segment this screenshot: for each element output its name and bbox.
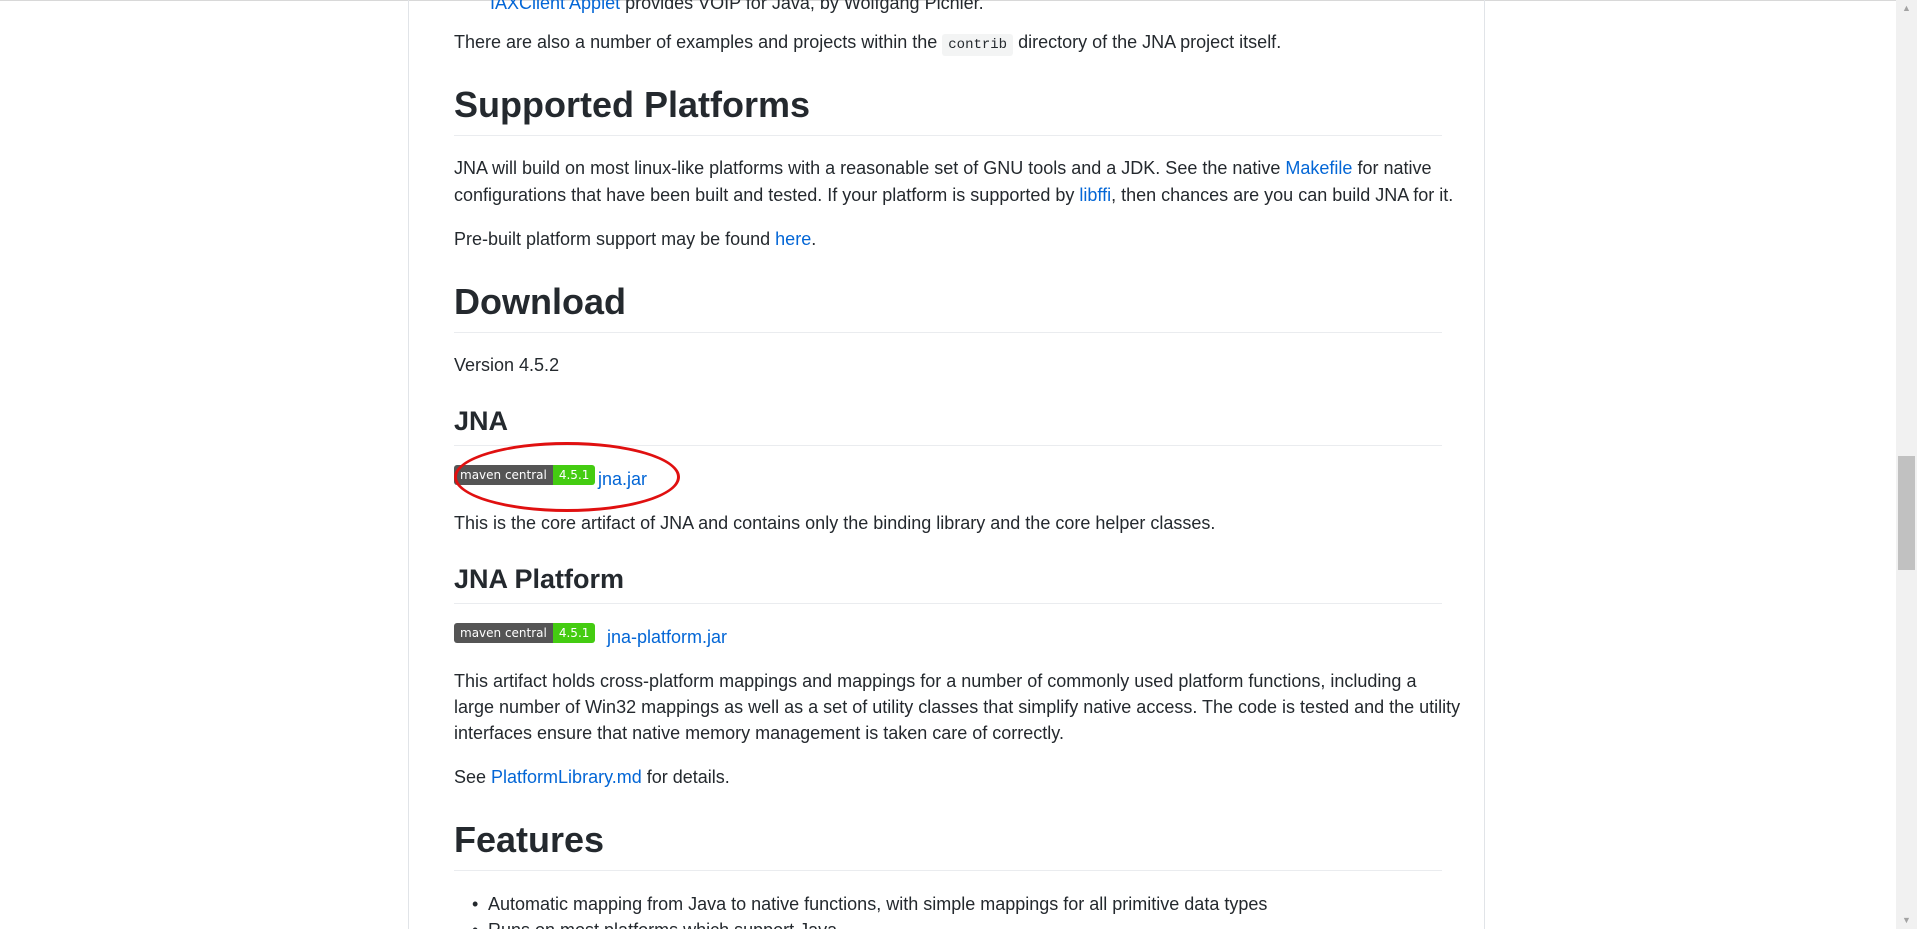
heading-divider bbox=[454, 603, 1442, 604]
list-item: • Runs on most platforms which support Ja… bbox=[454, 917, 1267, 929]
features-heading: Features bbox=[454, 819, 605, 860]
jna-description: This is the core artifact of JNA and con… bbox=[454, 513, 1216, 533]
heading-divider bbox=[454, 870, 1442, 871]
paragraph-text: directory of the JNA project itself. bbox=[1013, 32, 1282, 52]
paragraph-text: for native bbox=[1352, 158, 1432, 178]
paragraph-text: for details. bbox=[641, 767, 730, 787]
scrollbar-thumb[interactable] bbox=[1898, 456, 1915, 570]
prebuilt-paragraph: Pre-built platform support may be found … bbox=[454, 226, 816, 252]
platform-library-link[interactable]: PlatformLibrary.md bbox=[491, 767, 642, 787]
jna-jar-line: jna.jar bbox=[598, 466, 647, 492]
jna-platform-heading: JNA Platform bbox=[454, 564, 625, 594]
heading-divider bbox=[454, 135, 1442, 136]
bullet: • bbox=[472, 917, 478, 929]
readme-article: IAXClient Applet provides VOIP for Java,… bbox=[408, 0, 1485, 929]
libffi-link[interactable]: libffi bbox=[1079, 185, 1111, 205]
paragraph-text: , then chances are you can build JNA for… bbox=[1111, 185, 1454, 205]
makefile-link[interactable]: Makefile bbox=[1285, 158, 1352, 178]
heading-divider bbox=[454, 445, 1442, 446]
platform-library-paragraph: See PlatformLibrary.md for details. bbox=[454, 764, 730, 790]
download-heading: Download bbox=[454, 281, 626, 322]
features-list: • Automatic mapping from Java to native f… bbox=[454, 891, 1267, 929]
list-item-text: provides VOIP for Java, by Wolfgang Pich… bbox=[620, 0, 984, 13]
list-item-text: Automatic mapping from Java to native fu… bbox=[488, 894, 1268, 914]
paragraph-text: JNA will build on most linux-like platfo… bbox=[454, 158, 1286, 178]
list-item: • Automatic mapping from Java to native f… bbox=[454, 891, 1267, 917]
scroll-up-arrow-icon[interactable]: ▲ bbox=[1896, 0, 1917, 17]
paragraph-text: configurations that have been built and … bbox=[454, 185, 1080, 205]
contrib-paragraph: There are also a number of examples and … bbox=[454, 29, 1281, 58]
jna-jar-link[interactable]: jna.jar bbox=[598, 469, 647, 489]
platforms-paragraph-line2: configurations that have been built and … bbox=[454, 182, 1453, 208]
paragraph-text: See bbox=[454, 767, 492, 787]
jna-platform-desc-line3: interfaces ensure that native memory man… bbox=[454, 723, 1064, 743]
badge-label: maven central bbox=[454, 623, 553, 643]
jna-platform-desc-line1: This artifact holds cross-platform mappi… bbox=[454, 671, 1417, 691]
jna-platform-jar-line: jna-platform.jar bbox=[607, 624, 727, 650]
heading-divider bbox=[454, 332, 1442, 333]
jna-platform-jar-link[interactable]: jna-platform.jar bbox=[607, 627, 727, 647]
scroll-down-arrow-icon[interactable]: ▼ bbox=[1896, 912, 1917, 929]
jna-platform-desc-line2: large number of Win32 mappings as well a… bbox=[454, 697, 1461, 717]
badge-version: 4.5.1 bbox=[552, 623, 596, 643]
list-item-text: Runs on most platforms which support Jav… bbox=[488, 920, 837, 929]
badge-label: maven central bbox=[454, 465, 553, 485]
jna-heading: JNA bbox=[454, 406, 509, 436]
maven-central-badge-jna-platform[interactable]: maven central 4.5.1 bbox=[454, 623, 596, 643]
vertical-scrollbar[interactable]: ▲ ▼ bbox=[1896, 0, 1917, 929]
platforms-paragraph-line1: JNA will build on most linux-like platfo… bbox=[454, 155, 1431, 181]
here-link[interactable]: here bbox=[775, 229, 811, 249]
paragraph-text: Pre-built platform support may be found bbox=[454, 229, 776, 249]
iaxclient-link[interactable]: IAXClient Applet bbox=[490, 0, 620, 13]
badge-version: 4.5.1 bbox=[552, 465, 596, 485]
cut-off-list-item: IAXClient Applet provides VOIP for Java,… bbox=[490, 0, 984, 16]
contrib-code: contrib bbox=[942, 34, 1014, 56]
version-text: Version 4.5.2 bbox=[454, 355, 560, 375]
bullet: • bbox=[472, 894, 479, 914]
supported-platforms-heading: Supported Platforms bbox=[454, 84, 811, 125]
paragraph-text: There are also a number of examples and … bbox=[454, 32, 943, 52]
paragraph-text: . bbox=[811, 229, 817, 249]
maven-central-badge-jna[interactable]: maven central 4.5.1 bbox=[454, 465, 596, 485]
